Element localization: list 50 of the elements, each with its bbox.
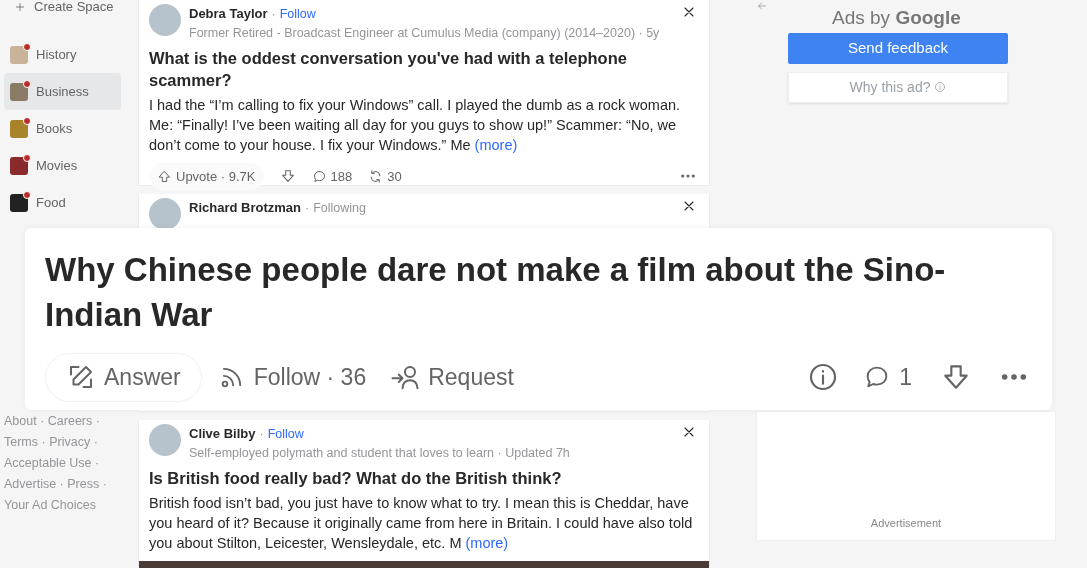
avatar-icon: [149, 424, 181, 456]
more-link[interactable]: (more): [465, 534, 509, 551]
comment-button[interactable]: 1: [863, 360, 912, 395]
comment-button[interactable]: 188: [311, 166, 353, 186]
create-space-button[interactable]: Create Space: [4, 0, 138, 20]
sidebar-item[interactable]: Movies: [4, 147, 121, 184]
follow-link[interactable]: Following: [313, 199, 366, 218]
request-button[interactable]: Request: [390, 360, 514, 395]
author-credential: Self-employed polymath and student that loves to learn · Updated 7h: [189, 444, 571, 462]
footer-link[interactable]: Acceptable Use: [4, 456, 92, 470]
author-name[interactable]: Debra Taylor: [189, 4, 268, 24]
plus-icon: [14, 1, 26, 13]
question-title[interactable]: Is British food really bad? What do the British think?: [149, 466, 697, 489]
sidebar-item[interactable]: Food: [4, 184, 121, 221]
sidebar-item[interactable]: Books: [4, 110, 121, 147]
upvote-icon: [157, 168, 172, 184]
advertisement-label: Advertisement: [870, 516, 942, 531]
follow-button[interactable]: Follow · 36: [217, 360, 367, 395]
send-feedback-button[interactable]: Send feedback: [788, 32, 1008, 64]
answer-text: British food isn’t bad, you just have to know what to try. I mean this is Cheddar, have you heard of it? Because it originally came from here in Britain. I could have also told you about Stilton, Leicester, Wensleydale, etc. M (more): [149, 493, 694, 553]
answer-text: I had the “I’m calling to fix your Windows” call. I played the dumb as a rock woman. Me: “Finally! I’ve been waiting all day for you guys to show up!” Scammer: “No, we don’t come to your house. I fix your Windows.” Me (more): [149, 95, 682, 155]
sidebar-item[interactable]: Business: [4, 73, 121, 110]
ads-heading: Ads by Google: [832, 6, 961, 30]
question-title[interactable]: What is the oddest conversation you've had with a telephone scammer?: [149, 46, 697, 91]
separator-text: ·: [40, 414, 45, 428]
answer-button[interactable]: Answer: [45, 353, 202, 402]
downvote-icon[interactable]: [279, 168, 296, 185]
share-button[interactable]: 30: [368, 166, 402, 186]
follow-link[interactable]: Follow: [279, 5, 316, 24]
more-link[interactable]: (more): [474, 136, 518, 153]
avatar-icon: [149, 198, 181, 230]
separator-text: ·: [41, 435, 46, 449]
info-icon: [934, 81, 947, 93]
follow-link[interactable]: Follow: [267, 425, 304, 444]
author-credential: Former Retired - Broadcast Engineer at Cumulus Media (company) (2014–2020) · 5y: [189, 24, 661, 42]
separator-text: ·: [95, 414, 100, 428]
sidebar-item[interactable]: History: [4, 36, 121, 73]
separator-text: ·: [102, 477, 107, 491]
separator-text: ·: [259, 426, 264, 443]
separator-text: ·: [304, 200, 310, 217]
upvote-button[interactable]: Upvote · 9.7K: [149, 162, 264, 190]
separator-text: ·: [95, 456, 100, 470]
separator-text: ·: [93, 435, 98, 449]
separator-text: ·: [271, 6, 276, 23]
question-title: Why Chinese people dare not make a film about the Sino-Indian War: [44, 250, 947, 335]
avatar-icon: [149, 4, 181, 36]
author-name[interactable]: Clive Bilby: [189, 424, 256, 444]
comment-icon: [311, 168, 327, 184]
author-name[interactable]: Richard Brotzman: [189, 198, 301, 218]
separator-text: ·: [59, 477, 64, 491]
